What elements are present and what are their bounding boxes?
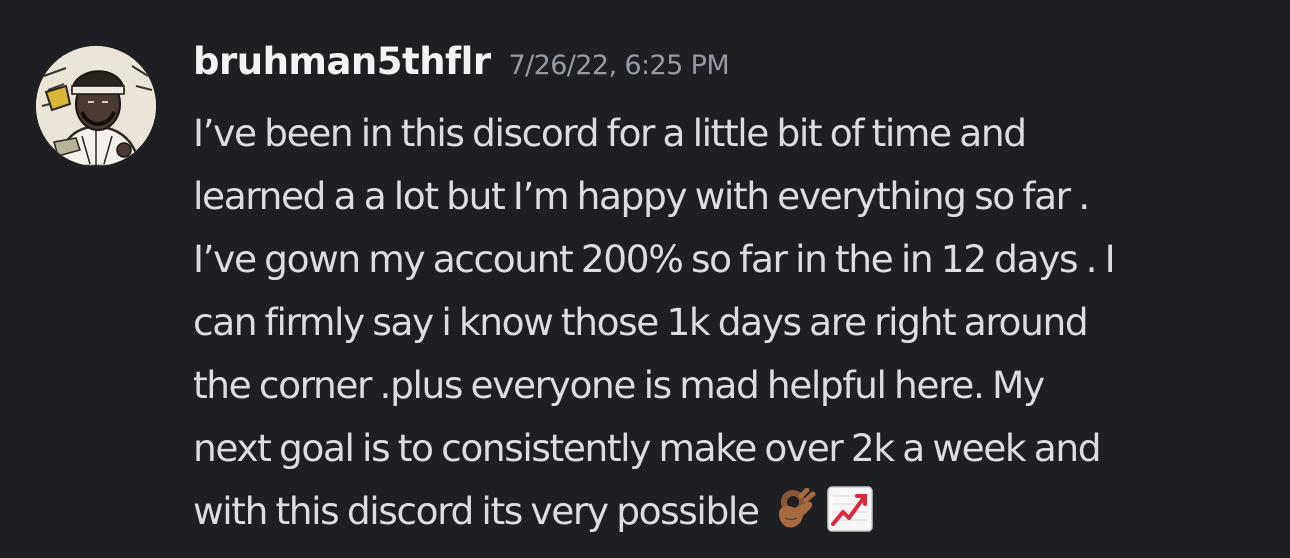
- chat-message: bruhman5thflr 7/26/22, 6:25 PM I’ve been …: [0, 0, 1290, 558]
- message-line: can firmly say i know those 1k days are …: [193, 300, 1089, 344]
- ok-hand-emoji-icon: [773, 488, 817, 532]
- message-line: the corner .plus everyone is mad helpful…: [193, 363, 1045, 407]
- message-content: I’ve been in this discord for a little b…: [193, 102, 1273, 543]
- username[interactable]: bruhman5thflr: [193, 40, 491, 83]
- message-line: learned a a lot but I’m happy with every…: [193, 174, 1090, 218]
- message-last-line-wrap: with this discord its very possible: [193, 480, 1273, 543]
- message-line: I’ve gown my account 200% so far in the …: [193, 237, 1116, 281]
- avatar-illustration: [36, 46, 156, 166]
- message-header: bruhman5thflr 7/26/22, 6:25 PM: [193, 40, 730, 100]
- timestamp[interactable]: 7/26/22, 6:25 PM: [509, 50, 730, 81]
- user-avatar[interactable]: [36, 46, 156, 166]
- message-line: next goal is to consistently make over 2…: [193, 426, 1102, 470]
- message-line: I’ve been in this discord for a little b…: [193, 111, 1027, 155]
- message-line: with this discord its very possible: [193, 489, 760, 533]
- chart-increasing-emoji-icon: [826, 486, 873, 532]
